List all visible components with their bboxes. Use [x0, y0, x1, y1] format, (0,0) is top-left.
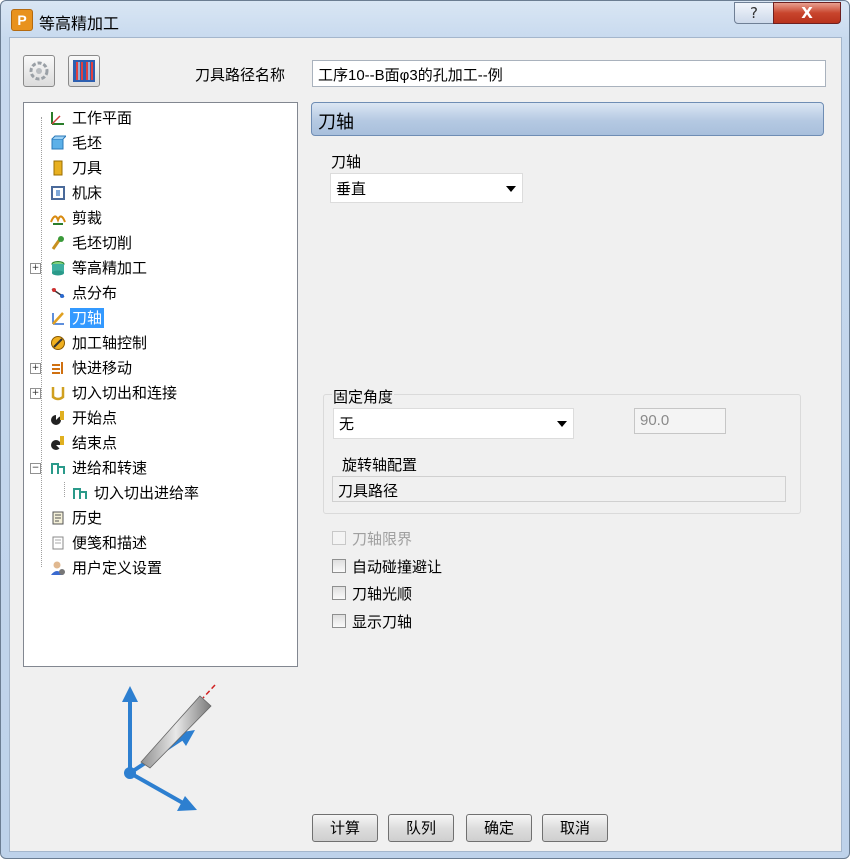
tree-item-label: 切入切出和连接 [72, 384, 178, 402]
dialog-client: 刀具路径名称 工序10--B面φ3的孔加工--例 工作平面 毛坯 刀具 机床 剪… [9, 37, 842, 852]
constant-z-icon [50, 260, 66, 276]
tool-axis-label: 刀轴 [331, 153, 362, 171]
panel-header: 刀轴 [311, 102, 824, 136]
queue-button[interactable]: 队列 [388, 814, 454, 842]
start-point-icon [50, 410, 66, 426]
tree-item-label: 加工轴控制 [72, 334, 148, 352]
dialog-window: P 等高精加工 ? X 刀具路径名称 工序10--B面φ3的孔加工--例 工作平… [0, 0, 850, 859]
chevron-down-icon [557, 421, 567, 427]
fixed-angle-label: 固定角度 [332, 386, 395, 407]
chevron-down-icon [506, 186, 516, 192]
rotary-config-field[interactable]: 刀具路径 [332, 476, 786, 502]
tool-icon [50, 160, 66, 176]
history-icon [50, 510, 66, 526]
axis-smoothing-checkbox[interactable] [332, 586, 346, 600]
tree-expander[interactable]: + [30, 263, 41, 274]
tool-axis-select[interactable]: 垂直 [330, 173, 523, 203]
tree-item-label: 历史 [72, 509, 103, 527]
cancel-button[interactable]: 取消 [542, 814, 608, 842]
auto-collision-checkbox[interactable] [332, 559, 346, 573]
point-distribution-icon [50, 285, 66, 301]
block-icon [50, 135, 68, 151]
tree-item-label: 快进移动 [72, 359, 133, 377]
fixed-angle-select[interactable]: 无 [333, 408, 574, 439]
user-settings-icon [50, 560, 66, 576]
tree-expander[interactable]: + [30, 363, 41, 374]
tree-item-label: 结束点 [72, 434, 118, 452]
tree-item-label: 等高精加工 [72, 259, 148, 277]
toolpath-name-label: 刀具路径名称 [195, 66, 286, 84]
tree-item-label: 切入切出进给率 [94, 484, 200, 502]
tool-axis-icon [50, 310, 66, 326]
rotary-config-label: 旋转轴配置 [342, 456, 418, 474]
show-axis-label: 显示刀轴 [352, 613, 413, 631]
calculate-button[interactable]: 计算 [312, 814, 378, 842]
help-button[interactable]: ? [734, 2, 774, 24]
angle-value-input[interactable]: 90.0 [634, 408, 726, 434]
tree-item-label: 点分布 [72, 284, 118, 302]
feeds-speeds-icon [50, 460, 66, 476]
leads-links-icon [50, 385, 66, 401]
tree-item-label: 刀轴 [70, 308, 105, 328]
tree-item-label: 刀具 [72, 159, 103, 177]
lead-feed-icon [72, 485, 88, 501]
tree-item-label: 毛坯切削 [72, 234, 133, 252]
title-bar: P 等高精加工 ? X [1, 1, 849, 37]
axis-smoothing-label: 刀轴光顺 [352, 585, 413, 603]
app-icon: P [11, 9, 33, 31]
tool-axis-select-value: 垂直 [336, 180, 367, 198]
stock-cut-icon [50, 235, 66, 251]
tree-connector-line [41, 117, 42, 567]
tree-item-label: 用户定义设置 [72, 559, 163, 577]
machine-icon [50, 185, 66, 201]
close-button[interactable]: X [773, 2, 841, 24]
settings-tree: 工作平面 毛坯 刀具 机床 剪裁 毛坯切削 + 等高精加工 点分布 刀轴 加工轴… [23, 102, 298, 667]
tree-item-label: 进给和转速 [72, 459, 148, 477]
limit-icon [50, 210, 66, 226]
axis-limits-label: 刀轴限界 [352, 530, 413, 548]
toolpath-stripes-icon[interactable] [68, 55, 100, 87]
axis-limits-checkbox[interactable] [332, 531, 346, 545]
recycle-gear-icon[interactable] [23, 55, 55, 87]
tree-expander[interactable]: − [30, 463, 41, 474]
notes-icon [50, 535, 66, 551]
show-axis-checkbox[interactable] [332, 614, 346, 628]
tree-item-label: 毛坯 [72, 134, 103, 152]
auto-collision-label: 自动碰撞避让 [352, 558, 443, 576]
ok-button[interactable]: 确定 [466, 814, 532, 842]
tree-item-label: 剪裁 [72, 209, 103, 227]
end-point-icon [50, 435, 66, 451]
axis-control-icon [50, 335, 66, 351]
tool-axis-preview [105, 678, 225, 818]
workplane-icon [50, 110, 66, 126]
window-title: 等高精加工 [39, 14, 120, 33]
tree-item-label: 开始点 [72, 409, 118, 427]
tree-item-label: 便笺和描述 [72, 534, 148, 552]
fixed-angle-select-value: 无 [339, 415, 355, 433]
rapid-move-icon [50, 360, 66, 376]
panel-title: 刀轴 [318, 112, 354, 133]
tree-item-label: 工作平面 [72, 109, 133, 127]
toolpath-name-input[interactable]: 工序10--B面φ3的孔加工--例 [312, 60, 826, 87]
tree-item-label: 机床 [72, 184, 103, 202]
tree-connector-line-child [64, 482, 65, 497]
tree-expander[interactable]: + [30, 388, 41, 399]
